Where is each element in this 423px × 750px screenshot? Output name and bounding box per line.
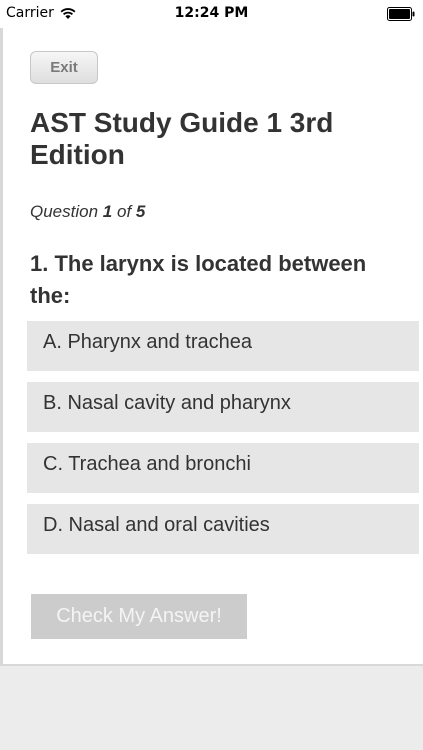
answer-option-c[interactable]: C. Trachea and bronchi xyxy=(27,443,419,493)
question-text: 1. The larynx is located between the: xyxy=(30,251,367,308)
answer-list: A. Pharynx and trachea B. Nasal cavity a… xyxy=(27,321,419,565)
question-counter: Question 1 of 5 xyxy=(30,202,145,222)
exit-button[interactable]: Exit xyxy=(30,51,98,84)
counter-total: 5 xyxy=(135,202,146,221)
counter-current: 1 xyxy=(102,202,113,221)
counter-separator: of xyxy=(116,202,132,221)
status-bar: Carrier 12:24 PM xyxy=(0,0,423,28)
answer-option-a[interactable]: A. Pharynx and trachea xyxy=(27,321,419,371)
check-answer-button[interactable]: Check My Answer! xyxy=(31,594,247,639)
page-title: AST Study Guide 1 3rd Edition xyxy=(30,107,334,170)
counter-prefix: Question xyxy=(30,202,99,221)
quiz-card: Exit AST Study Guide 1 3rd Edition Quest… xyxy=(0,28,423,666)
answer-option-b[interactable]: B. Nasal cavity and pharynx xyxy=(27,382,419,432)
answer-option-d[interactable]: D. Nasal and oral cavities xyxy=(27,504,419,554)
status-time: 12:24 PM xyxy=(174,5,249,21)
battery-icon xyxy=(387,7,415,21)
